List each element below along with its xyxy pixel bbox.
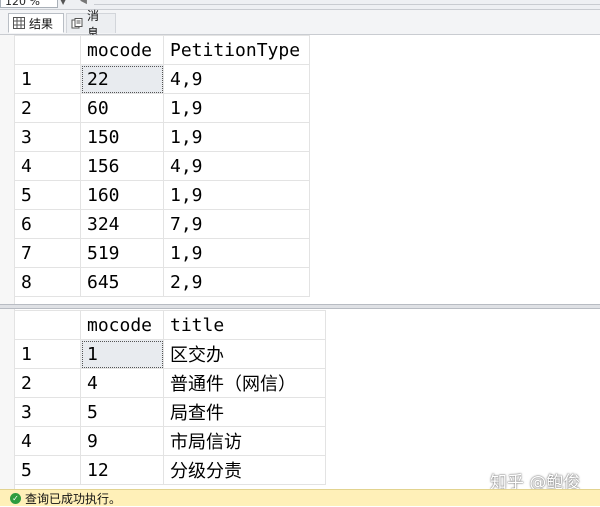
tab-results-label: 结果 xyxy=(29,16,54,31)
table-row[interactable]: 8 645 2,9 xyxy=(14,267,310,297)
table-cell[interactable]: 519 xyxy=(80,238,164,268)
table-cell[interactable]: 普通件（网信） xyxy=(163,368,326,398)
table-cell[interactable]: 4,9 xyxy=(163,64,310,94)
table-row[interactable]: 1 22 4,9 xyxy=(14,64,310,94)
row-number[interactable]: 3 xyxy=(14,122,81,152)
table-cell[interactable]: 2,9 xyxy=(163,267,310,297)
row-number[interactable]: 5 xyxy=(14,455,81,485)
tab-messages[interactable]: 消息 xyxy=(66,9,116,40)
table-cell[interactable]: 1,9 xyxy=(163,238,310,268)
results-grid-1: mocode PetitionType 1 22 4,9 2 60 1,9 3 … xyxy=(14,35,310,297)
table-row[interactable]: 6 324 7,9 xyxy=(14,209,310,239)
table-cell[interactable]: 60 xyxy=(80,93,164,123)
row-number-header[interactable] xyxy=(14,35,81,65)
table-cell[interactable]: 市局信访 xyxy=(163,426,326,456)
row-number-header[interactable] xyxy=(14,310,81,340)
table-row[interactable]: 2 60 1,9 xyxy=(14,93,310,123)
status-bar: ✓ 查询已成功执行。 xyxy=(0,489,600,506)
status-text: 查询已成功执行。 xyxy=(25,491,122,506)
message-icon xyxy=(71,17,83,28)
table-cell[interactable]: 区交办 xyxy=(163,339,326,369)
table-cell[interactable]: 156 xyxy=(80,151,164,181)
table-row[interactable]: 5 160 1,9 xyxy=(14,180,310,210)
table-cell[interactable]: 645 xyxy=(80,267,164,297)
column-header-petitiontype[interactable]: PetitionType xyxy=(163,35,310,65)
grid-splitter[interactable] xyxy=(0,304,600,309)
table-cell[interactable]: 160 xyxy=(80,180,164,210)
table-cell[interactable]: 4,9 xyxy=(163,151,310,181)
column-header-mocode[interactable]: mocode xyxy=(80,35,164,65)
row-number[interactable]: 8 xyxy=(14,267,81,297)
table-row[interactable]: 1 1 区交办 xyxy=(14,339,326,369)
row-number[interactable]: 4 xyxy=(14,151,81,181)
table-row[interactable]: 4 9 市局信访 xyxy=(14,426,326,456)
table-header-row: mocode title xyxy=(14,310,326,340)
table-cell[interactable]: 1,9 xyxy=(163,122,310,152)
row-number[interactable]: 3 xyxy=(14,397,81,427)
table-cell[interactable]: 5 xyxy=(80,397,164,427)
grid-icon xyxy=(13,17,25,29)
table-cell[interactable]: 1 xyxy=(80,339,164,369)
table-cell[interactable]: 1,9 xyxy=(163,180,310,210)
table-cell[interactable]: 150 xyxy=(80,122,164,152)
row-number[interactable]: 4 xyxy=(14,426,81,456)
row-number[interactable]: 7 xyxy=(14,238,81,268)
horizontal-scrollbar[interactable] xyxy=(94,4,600,5)
table-row[interactable]: 3 5 局查件 xyxy=(14,397,326,427)
row-number[interactable]: 1 xyxy=(14,339,81,369)
results-tab-strip: 结果 消息 xyxy=(0,9,600,40)
check-circle-icon: ✓ xyxy=(10,492,21,504)
row-number[interactable]: 2 xyxy=(14,368,81,398)
table-row[interactable]: 5 12 分级分责 xyxy=(14,455,326,485)
column-header-mocode[interactable]: mocode xyxy=(80,310,164,340)
table-cell[interactable]: 9 xyxy=(80,426,164,456)
row-number[interactable]: 5 xyxy=(14,180,81,210)
table-cell[interactable]: 22 xyxy=(80,64,164,94)
table-cell[interactable]: 7,9 xyxy=(163,209,310,239)
row-number[interactable]: 1 xyxy=(14,64,81,94)
chevron-down-icon[interactable]: ▼ xyxy=(60,0,66,6)
table-row[interactable]: 4 156 4,9 xyxy=(14,151,310,181)
zoom-select[interactable]: 120 % xyxy=(0,0,58,8)
table-cell[interactable]: 分级分责 xyxy=(163,455,326,485)
row-number[interactable]: 6 xyxy=(14,209,81,239)
results-grid-2: mocode title 1 1 区交办 2 4 普通件（网信） 3 5 局查件… xyxy=(14,310,326,485)
results-gutter xyxy=(0,35,15,489)
tab-results[interactable]: 结果 xyxy=(8,13,64,33)
scroll-left-icon[interactable]: ◀ xyxy=(80,0,87,6)
table-header-row: mocode PetitionType xyxy=(14,35,310,65)
table-cell[interactable]: 1,9 xyxy=(163,93,310,123)
row-number[interactable]: 2 xyxy=(14,93,81,123)
column-header-title[interactable]: title xyxy=(163,310,326,340)
table-cell[interactable]: 12 xyxy=(80,455,164,485)
table-cell[interactable]: 324 xyxy=(80,209,164,239)
table-row[interactable]: 7 519 1,9 xyxy=(14,238,310,268)
table-row[interactable]: 3 150 1,9 xyxy=(14,122,310,152)
table-cell[interactable]: 4 xyxy=(80,368,164,398)
table-row[interactable]: 2 4 普通件（网信） xyxy=(14,368,326,398)
table-cell[interactable]: 局查件 xyxy=(163,397,326,427)
